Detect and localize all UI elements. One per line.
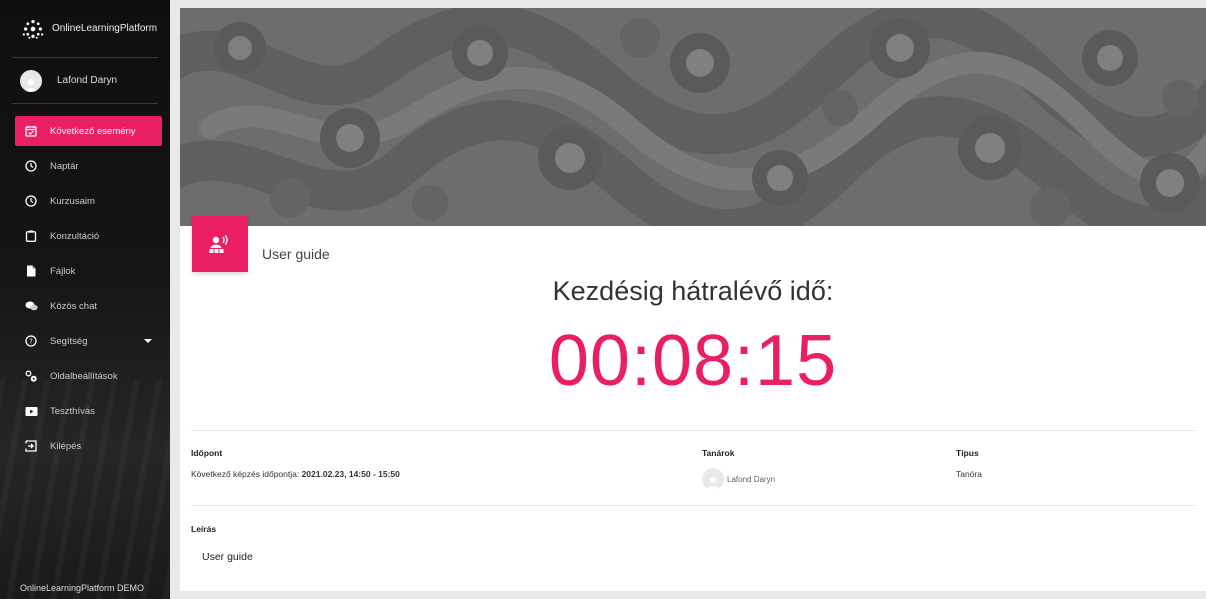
- event-type-icon: [192, 216, 248, 272]
- sidebar-item-test-call[interactable]: Teszthívás: [15, 396, 162, 426]
- sidebar-item-label: Közös chat: [50, 300, 97, 312]
- sidebar-item-help[interactable]: ? Segítség: [15, 326, 162, 356]
- user-name: Lafond Daryn: [57, 75, 118, 86]
- event-title: User guide: [262, 246, 330, 262]
- sidebar-item-settings[interactable]: Oldalbeállítások: [15, 361, 162, 391]
- clock-icon: [24, 159, 38, 173]
- sidebar-item-label: Oldalbeállítások: [50, 370, 118, 382]
- sidebar-item-calendar[interactable]: Naptár: [15, 151, 162, 181]
- user-profile[interactable]: Lafond Daryn: [12, 58, 158, 104]
- teacher-item[interactable]: Lafond Daryn: [702, 468, 775, 490]
- sidebar-item-courses[interactable]: Kurzusaim: [15, 186, 162, 216]
- divider: [191, 430, 1195, 431]
- time-header: Időpont: [191, 448, 223, 458]
- svg-text:?: ?: [29, 338, 33, 346]
- countdown-label: Kezdésig hátralévő idő:: [552, 276, 834, 306]
- sidebar-item-label: Teszthívás: [50, 405, 95, 417]
- user-icon: [706, 476, 720, 490]
- brand[interactable]: OnlineLearningPlatform: [12, 0, 158, 58]
- presenter-icon: [209, 235, 228, 253]
- description-value: User guide: [202, 551, 253, 563]
- video-icon: [24, 404, 38, 418]
- sidebar-item-label: Fájlok: [50, 265, 76, 277]
- description-header: Leírás: [191, 524, 217, 534]
- sidebar-nav: Következő esemény Naptár Kurzusaim Konzu…: [0, 104, 170, 461]
- time-value: Következő képzés időpontja: 2021.02.23, …: [191, 469, 400, 479]
- chevron-down-icon: [144, 339, 152, 343]
- hero-pattern: [180, 8, 1206, 226]
- sidebar-item-label: Konzultáció: [50, 230, 100, 242]
- time-range: 2021.02.23, 14:50 - 15:50: [301, 469, 400, 479]
- help-icon: ?: [24, 334, 38, 348]
- sidebar-item-files[interactable]: Fájlok: [15, 256, 162, 286]
- avatar: [20, 69, 42, 92]
- user-icon: [24, 78, 38, 92]
- sidebar-item-label: Naptár: [50, 160, 79, 172]
- logo-icon: [22, 19, 44, 39]
- sidebar-item-label: Következő esemény: [50, 125, 136, 137]
- time-prefix: Következő képzés időpontja:: [191, 469, 302, 479]
- sidebar-item-logout[interactable]: Kilépés: [15, 431, 162, 461]
- sidebar-item-consultation[interactable]: Konzultáció: [15, 221, 162, 251]
- type-header: Típus: [956, 448, 979, 458]
- file-icon: [24, 264, 38, 278]
- chat-icon: [24, 299, 38, 313]
- gears-icon: [24, 369, 38, 383]
- clock-icon: [24, 194, 38, 208]
- sidebar-item-next-event[interactable]: Következő esemény: [15, 116, 162, 146]
- main-content: User guide Kezdésig hátralévő idő: 00:08…: [180, 8, 1206, 591]
- sidebar: OnlineLearningPlatform Lafond Daryn Köve…: [0, 0, 170, 599]
- teachers-header: Tanárok: [702, 448, 735, 458]
- countdown-timer: 00:08:15: [548, 321, 838, 401]
- sidebar-item-label: Kilépés: [50, 440, 82, 452]
- divider: [191, 505, 1195, 506]
- exit-icon: [24, 439, 38, 453]
- teacher-avatar: [702, 468, 724, 490]
- calendar-check-icon: [24, 124, 38, 138]
- sidebar-footer: OnlineLearningPlatform DEMO: [20, 583, 145, 593]
- app-name: OnlineLearningPlatform: [52, 23, 158, 34]
- sidebar-item-chat[interactable]: Közös chat: [15, 291, 162, 321]
- type-value: Tanóra: [956, 469, 982, 479]
- hero-banner: [180, 8, 1206, 226]
- sidebar-item-label: Kurzusaim: [50, 195, 95, 207]
- teacher-name: Lafond Daryn: [727, 474, 776, 484]
- sidebar-item-label: Segítség: [50, 335, 88, 347]
- clipboard-icon: [24, 229, 38, 243]
